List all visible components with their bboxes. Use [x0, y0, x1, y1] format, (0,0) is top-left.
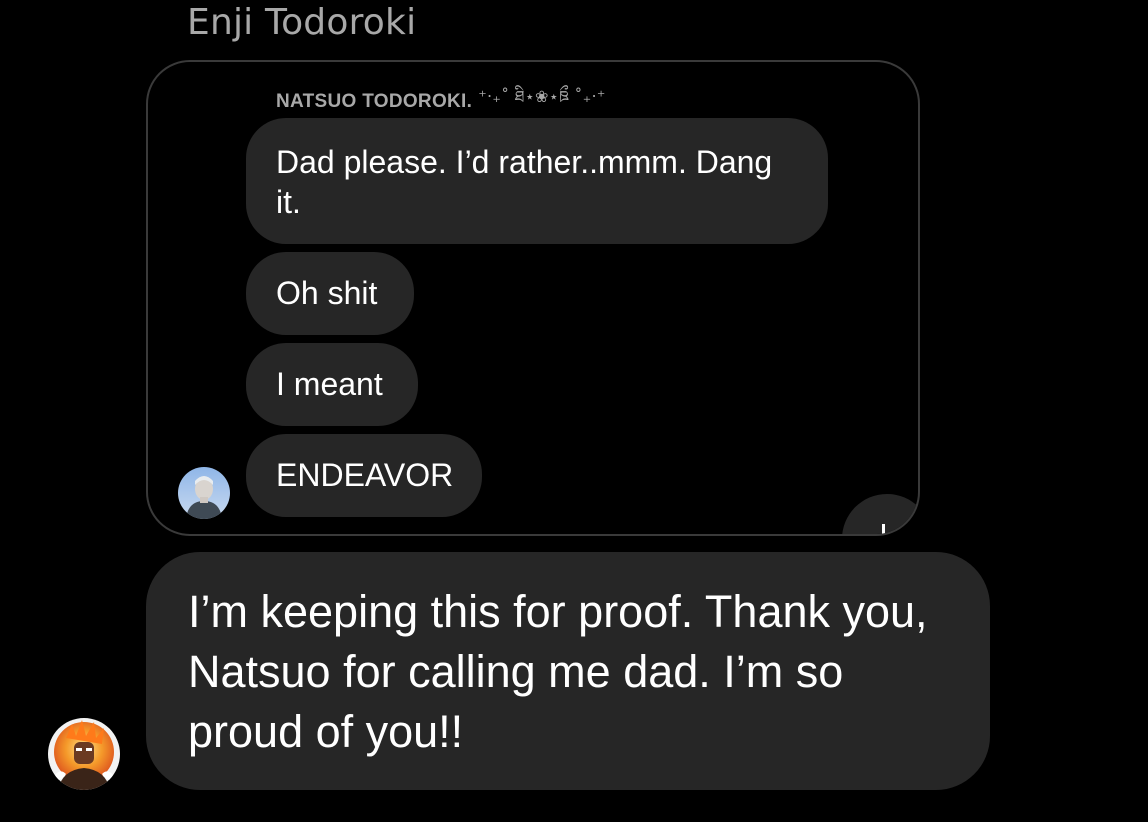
shared-author-avatar[interactable] — [178, 467, 230, 519]
shared-message-bubble[interactable]: ENDEAVOR — [246, 434, 482, 517]
shared-post-author-name: NATSUO TODOROKI. — [276, 91, 473, 112]
shared-message-bubble[interactable]: Dad please. I’d rather..mmm. Dang it. — [246, 118, 828, 244]
shared-message-text: I meant — [276, 366, 383, 402]
reaction-badge[interactable] — [842, 494, 918, 534]
sender-avatar[interactable] — [48, 718, 120, 790]
shared-message-bubble[interactable]: I meant — [246, 343, 418, 426]
shared-message-text: Dad please. I’d rather..mmm. Dang it. — [276, 144, 773, 220]
sender-name: Enji Todoroki — [187, 2, 417, 43]
reply-message-bubble[interactable]: I’m keeping this for proof. Thank you, N… — [146, 552, 990, 790]
shared-post-card[interactable]: NATSUO TODOROKI. ⁺‧₊˚ ཐི⋆❀⋆ཋྀ ˚₊‧⁺ Dad pl… — [146, 60, 920, 536]
shared-message-text: Oh shit — [276, 275, 378, 311]
reaction-mark-icon — [882, 524, 885, 534]
shared-message-text: ENDEAVOR — [276, 457, 454, 493]
shared-post-author-decoration: ⁺‧₊˚ ཐི⋆❀⋆ཋྀ ˚₊‧⁺ — [478, 87, 606, 106]
avatar-enji-icon — [48, 718, 120, 790]
reply-message-text: I’m keeping this for proof. Thank you, N… — [188, 586, 928, 757]
avatar-natsuo-icon — [178, 467, 230, 519]
chat-screen: Enji Todoroki NATSUO TODOROKI. ⁺‧₊˚ ཐི⋆❀⋆… — [0, 0, 1148, 822]
shared-message-bubble[interactable]: Oh shit — [246, 252, 414, 335]
